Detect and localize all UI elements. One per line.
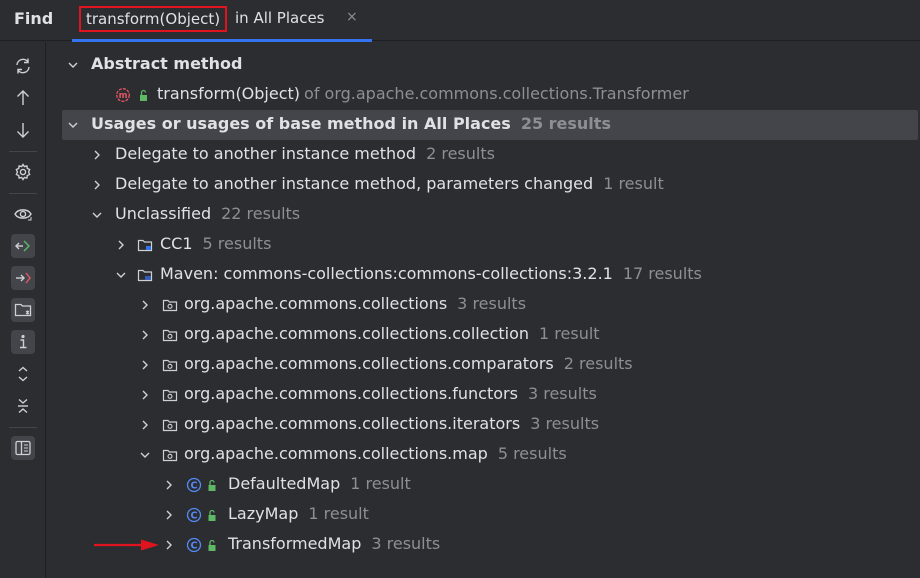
red-annotation-arrow-icon <box>94 539 159 551</box>
chevron-down-icon[interactable] <box>65 57 81 73</box>
toolbar-separator <box>9 151 37 152</box>
tree-node-label: CC1 5 results <box>160 234 272 253</box>
tree-node-usages[interactable]: Usages or usages of base method in All P… <box>62 110 918 140</box>
svg-text:m: m <box>119 91 128 101</box>
tree-node-package[interactable]: org.apache.commons.collections.collectio… <box>47 320 920 350</box>
tree-node-label: transform(Object) of org.apache.commons.c… <box>157 84 689 103</box>
library-folder-icon <box>137 269 153 282</box>
chevron-right-icon[interactable] <box>137 327 153 343</box>
info-icon[interactable] <box>11 330 35 354</box>
chevron-right-icon[interactable] <box>161 477 177 493</box>
settings-icon[interactable] <box>11 160 35 184</box>
class-icon: C <box>186 507 202 523</box>
tree-node-label: org.apache.commons.collections.iterators… <box>184 414 600 433</box>
module-folder-icon <box>137 239 153 252</box>
public-lock-icon <box>208 479 216 491</box>
tab-query-highlighted: transform(Object) <box>79 6 228 32</box>
tree-node-delegate-params-changed[interactable]: Delegate to another instance method, par… <box>47 170 920 200</box>
collapse-all-icon[interactable] <box>11 394 35 418</box>
chevron-right-icon[interactable] <box>137 357 153 373</box>
package-icon <box>162 299 178 312</box>
abstract-method-icon: m <box>116 88 130 102</box>
tree-node-delegate[interactable]: Delegate to another instance method 2 res… <box>47 140 920 170</box>
tree-node-label: Delegate to another instance method 2 res… <box>115 144 495 163</box>
chevron-right-icon[interactable] <box>137 297 153 313</box>
public-lock-icon <box>140 89 147 101</box>
tab-scope-label: in All Places <box>235 9 325 27</box>
chevron-right-icon[interactable] <box>113 237 129 253</box>
public-lock-icon <box>208 539 216 551</box>
group-by-directory-icon[interactable] <box>11 298 35 322</box>
tree-node-label: Usages or usages of base method in All P… <box>91 114 611 133</box>
arrow-down-icon[interactable] <box>11 118 35 142</box>
vertical-toolbar <box>0 42 46 578</box>
package-icon <box>162 389 178 402</box>
tree-node-package[interactable]: org.apache.commons.collections.comparato… <box>47 350 920 380</box>
preview-icon[interactable] <box>11 202 35 226</box>
tree-node-package[interactable]: org.apache.commons.collections.functors 3… <box>47 380 920 410</box>
package-icon <box>162 329 178 342</box>
autoscroll-from-source-icon[interactable] <box>11 266 35 290</box>
chevron-right-icon[interactable] <box>161 537 177 553</box>
chevron-down-icon[interactable] <box>89 207 105 223</box>
toolbar-separator <box>9 427 37 428</box>
tree-node-package-map[interactable]: org.apache.commons.collections.map 5 resu… <box>47 440 920 470</box>
tree-node-label: LazyMap 1 result <box>228 504 369 523</box>
tree-node-label: DefaultedMap 1 result <box>228 474 411 493</box>
find-header: Find transform(Object) in All Places × <box>0 0 920 42</box>
svg-text:C: C <box>191 541 198 552</box>
tree-node-label: Unclassified 22 results <box>115 204 301 223</box>
tree-node-unclassified[interactable]: Unclassified 22 results <box>47 200 920 230</box>
tree-node-transformer-method[interactable]: m transform(Object) of org.apache.commons… <box>47 80 920 110</box>
class-icon: C <box>186 537 202 553</box>
tree-node-class[interactable]: C LazyMap 1 result <box>47 500 920 530</box>
tree-node-label: Abstract method <box>91 54 243 73</box>
tree-node-package[interactable]: org.apache.commons.collections 3 results <box>47 290 920 320</box>
tree-node-package[interactable]: org.apache.commons.collections.iterators… <box>47 410 920 440</box>
chevron-down-icon[interactable] <box>65 117 81 133</box>
rerun-icon[interactable] <box>11 54 35 78</box>
toolbar-separator <box>9 193 37 194</box>
expand-all-icon[interactable] <box>11 362 35 386</box>
chevron-down-icon[interactable] <box>113 267 129 283</box>
tree-node-class[interactable]: C DefaultedMap 1 result <box>47 470 920 500</box>
tree-node-label: org.apache.commons.collections.map 5 resu… <box>184 444 567 463</box>
chevron-right-icon[interactable] <box>89 147 105 163</box>
chevron-right-icon[interactable] <box>137 387 153 403</box>
tree-node-abstract-method[interactable]: Abstract method <box>47 50 920 80</box>
tab-find-results[interactable]: transform(Object) in All Places × <box>72 0 372 42</box>
layout-icon[interactable] <box>11 436 35 460</box>
tree-node-label: org.apache.commons.collections.functors 3… <box>184 384 597 403</box>
class-icon: C <box>186 477 202 493</box>
chevron-right-icon[interactable] <box>161 507 177 523</box>
package-icon <box>162 419 178 432</box>
navigate-with-single-click-icon[interactable] <box>11 234 35 258</box>
tree-node-label: Delegate to another instance method, par… <box>115 174 664 193</box>
tree-node-label: TransformedMap 3 results <box>228 534 441 553</box>
svg-text:C: C <box>191 511 198 522</box>
chevron-down-icon[interactable] <box>137 447 153 463</box>
public-lock-icon <box>208 509 216 521</box>
package-icon <box>162 359 178 372</box>
tree-node-maven-library[interactable]: Maven: commons-collections:commons-colle… <box>47 260 920 290</box>
arrow-up-icon[interactable] <box>11 86 35 110</box>
close-icon[interactable]: × <box>346 9 358 25</box>
tree-node-class-transformedmap[interactable]: C TransformedMap 3 results <box>47 530 920 560</box>
package-icon <box>162 449 178 462</box>
tree-node-cc1-module[interactable]: CC1 5 results <box>47 230 920 260</box>
tree-node-label: org.apache.commons.collections 3 results <box>184 294 527 313</box>
chevron-right-icon[interactable] <box>89 177 105 193</box>
tree-node-label: Maven: commons-collections:commons-colle… <box>160 264 702 283</box>
tree-node-label: org.apache.commons.collections.comparato… <box>184 354 633 373</box>
chevron-right-icon[interactable] <box>137 417 153 433</box>
tree-node-label: org.apache.commons.collections.collectio… <box>184 324 600 343</box>
svg-text:C: C <box>191 481 198 492</box>
usages-tree: Abstract method m transform(Object) of or… <box>47 42 920 578</box>
find-panel-title: Find <box>14 9 54 28</box>
